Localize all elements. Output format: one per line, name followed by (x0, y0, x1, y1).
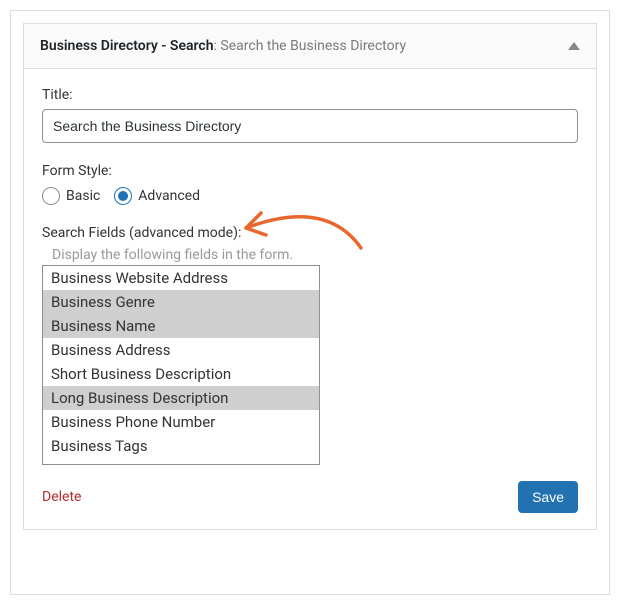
widget-panel: Business Directory - Search: Search the … (23, 23, 597, 530)
title-input[interactable] (42, 109, 578, 143)
listbox-option[interactable]: Long Business Description (43, 386, 319, 410)
search-fields-helper: Display the following fields in the form… (52, 247, 578, 263)
widget-title-prefix: Business Directory - Search (40, 38, 214, 54)
radio-basic[interactable] (42, 187, 60, 205)
widget-body: Title: Form Style: Basic Advanced Search… (24, 69, 596, 529)
search-fields-listbox[interactable]: Business Website AddressBusiness GenreBu… (42, 265, 320, 465)
listbox-option[interactable]: Business Name (43, 314, 319, 338)
widget-title-suffix: : Search the Business Directory (214, 38, 407, 54)
form-style-label: Form Style: (42, 163, 578, 179)
collapse-triangle-icon[interactable] (568, 42, 580, 50)
widget-header[interactable]: Business Directory - Search: Search the … (24, 24, 596, 69)
listbox-option[interactable]: Business Website Address (43, 266, 319, 290)
widget-title: Business Directory - Search: Search the … (40, 38, 406, 54)
search-fields-label: Search Fields (advanced mode): (42, 225, 578, 241)
radio-basic-label: Basic (66, 188, 100, 204)
listbox-option[interactable]: Short Business Description (43, 362, 319, 386)
listbox-option[interactable]: Business Genre (43, 290, 319, 314)
listbox-option[interactable]: Business Tags (43, 434, 319, 458)
form-style-radio-group: Basic Advanced (42, 187, 578, 205)
listbox-option[interactable]: Business Address (43, 338, 319, 362)
listbox-option[interactable]: Business Phone Number (43, 410, 319, 434)
radio-advanced[interactable] (114, 187, 132, 205)
radio-advanced-label: Advanced (138, 188, 200, 204)
save-button[interactable]: Save (518, 481, 578, 513)
widget-footer: Delete Save (42, 465, 578, 513)
title-label: Title: (42, 87, 578, 103)
delete-link[interactable]: Delete (42, 489, 81, 505)
